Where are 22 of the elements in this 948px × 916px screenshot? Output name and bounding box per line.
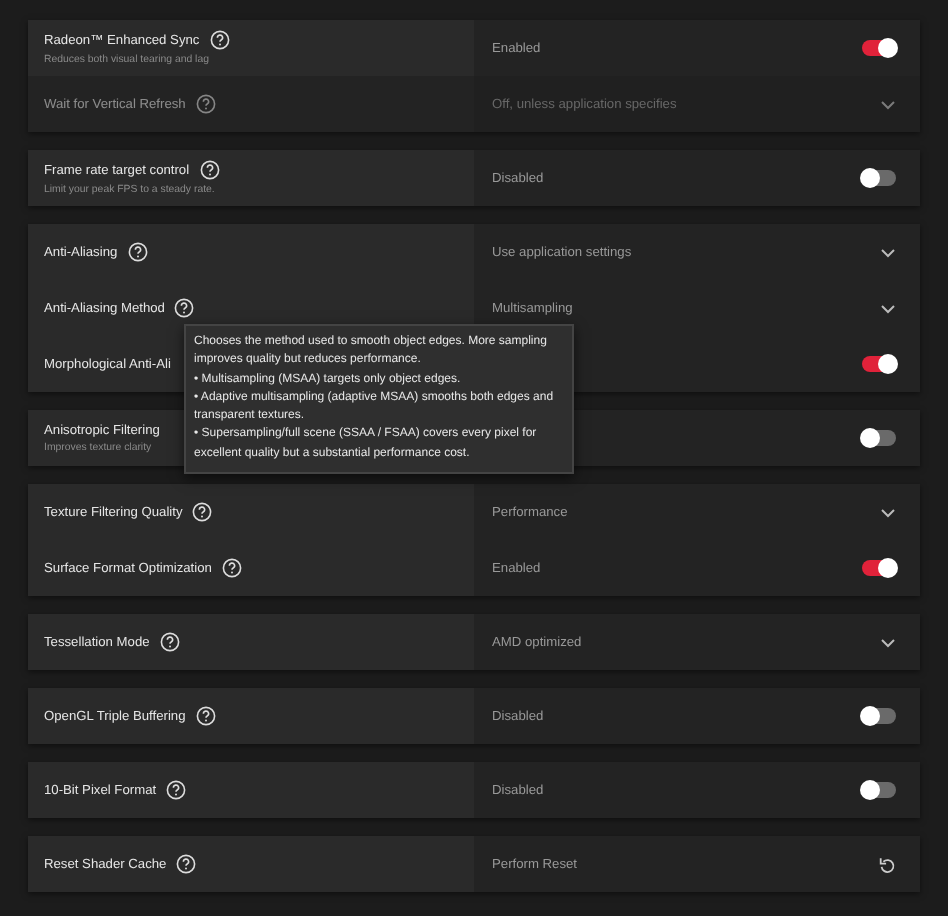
help-icon[interactable] (221, 558, 242, 578)
toggle-switch[interactable] (862, 782, 896, 798)
help-icon[interactable] (166, 780, 187, 800)
chevron-down-icon[interactable] (880, 507, 896, 517)
toggle-switch[interactable] (862, 430, 896, 446)
chevron-down-icon[interactable] (880, 637, 896, 647)
chevron-down-icon[interactable] (880, 247, 896, 257)
help-icon[interactable] (199, 160, 220, 180)
help-icon[interactable] (127, 242, 148, 262)
help-icon[interactable] (209, 30, 230, 50)
chevron-down-icon[interactable] (880, 303, 896, 313)
toggle-switch[interactable] (862, 356, 896, 372)
help-icon[interactable] (195, 706, 216, 726)
toggle-switch[interactable] (862, 40, 896, 56)
help-icon[interactable] (192, 502, 213, 522)
help-icon[interactable] (176, 854, 197, 874)
reset-icon[interactable] (878, 855, 896, 873)
help-icon[interactable] (174, 298, 195, 318)
toggle-switch[interactable] (862, 708, 896, 724)
toggle-switch[interactable] (862, 170, 896, 186)
toggle-switch[interactable] (862, 560, 896, 576)
help-icon[interactable] (159, 632, 180, 652)
